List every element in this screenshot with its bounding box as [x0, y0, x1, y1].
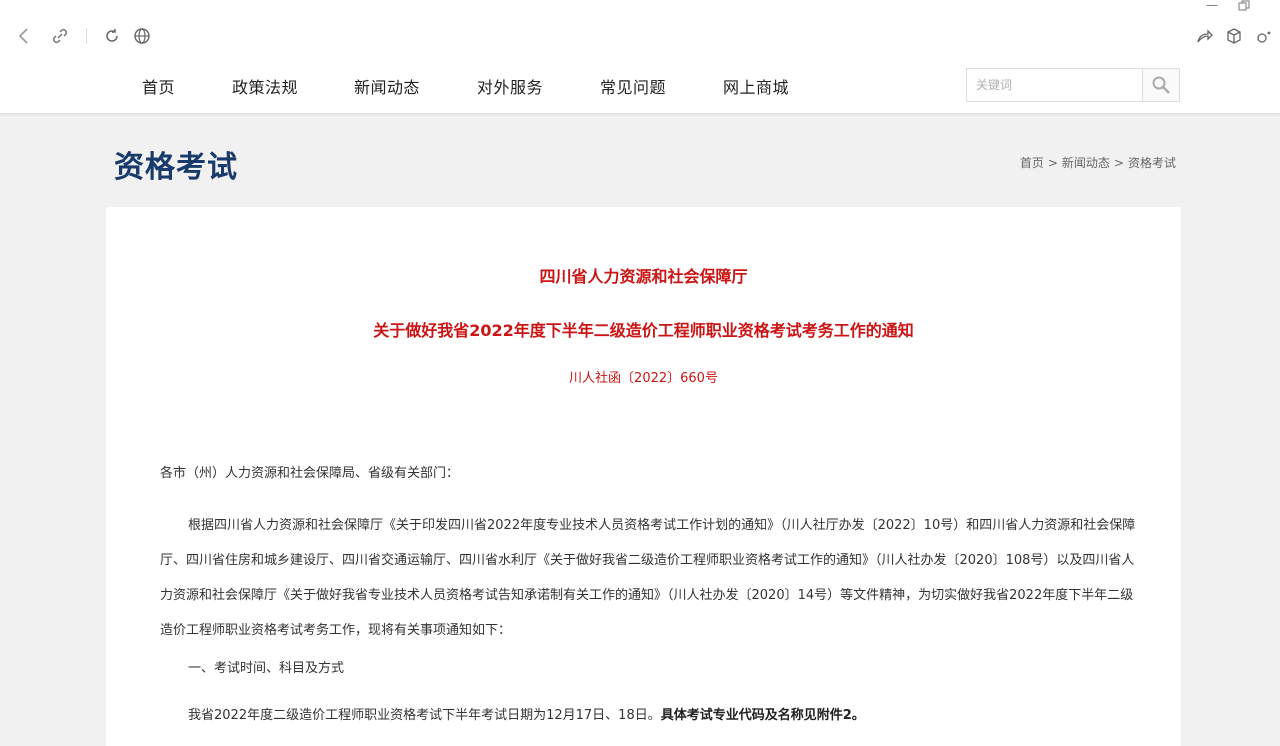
- nav-item-policy[interactable]: 政策法规: [232, 74, 298, 98]
- breadcrumb-separator: >: [1047, 156, 1058, 170]
- nav-item-services[interactable]: 对外服务: [477, 74, 543, 98]
- share-icon[interactable]: [1194, 26, 1214, 46]
- breadcrumb-separator: >: [1113, 156, 1124, 170]
- nav-item-faq[interactable]: 常见问题: [600, 74, 666, 98]
- article-body: 四川省人力资源和社会保障厅 关于做好我省2022年度下半年二级造价工程师职业资格…: [106, 207, 1181, 746]
- article-paragraph-text: 我省2022年度二级造价工程师职业资格考试下半年考试日期为12月17日、18日。: [188, 708, 661, 723]
- article-salutation: 各市（州）人力资源和社会保障局、省级有关部门：: [160, 466, 460, 481]
- minimize-icon[interactable]: —: [1206, 0, 1218, 12]
- nav-item-home[interactable]: 首页: [142, 74, 175, 98]
- search-box: [966, 68, 1180, 102]
- toolbar-divider: [86, 28, 87, 44]
- settings-icon[interactable]: [1254, 26, 1274, 46]
- search-button[interactable]: [1142, 69, 1179, 101]
- restore-icon[interactable]: [1238, 0, 1250, 15]
- breadcrumb: 首页 > 新闻动态 > 资格考试: [1020, 154, 1176, 171]
- article-paragraph-bold: 具体考试专业代码及名称见附件2。: [660, 708, 865, 723]
- article-paragraph: 我省2022年度二级造价工程师职业资格考试下半年考试日期为12月17日、18日。…: [160, 704, 1140, 723]
- nav-item-shop[interactable]: 网上商城: [723, 74, 789, 98]
- reload-icon[interactable]: [102, 26, 122, 46]
- main-nav: 首页 政策法规 新闻动态 对外服务 常见问题 网上商城: [0, 62, 900, 114]
- breadcrumb-news[interactable]: 新闻动态: [1062, 156, 1110, 170]
- globe-icon[interactable]: [132, 26, 152, 46]
- cube-icon[interactable]: [1224, 26, 1244, 46]
- nav-item-news[interactable]: 新闻动态: [354, 74, 420, 98]
- article-title: 关于做好我省2022年度下半年二级造价工程师职业资格考试考务工作的通知: [373, 321, 914, 340]
- site-header: 首页 政策法规 新闻动态 对外服务 常见问题 网上商城: [0, 62, 1280, 114]
- breadcrumb-home[interactable]: 首页: [1020, 156, 1044, 170]
- search-input[interactable]: [967, 69, 1143, 101]
- breadcrumb-current: 资格考试: [1127, 156, 1176, 170]
- article-issuer: 四川省人力资源和社会保障厅: [539, 267, 748, 286]
- page-title: 资格考试: [114, 150, 238, 185]
- link-icon[interactable]: [50, 26, 70, 46]
- article-section-heading: 一、考试时间、科目及方式: [188, 661, 345, 676]
- browser-toolbar: —: [0, 0, 1280, 62]
- article-doc-number: 川人社函〔2022〕660号: [569, 371, 718, 386]
- search-icon: [1152, 76, 1170, 94]
- back-icon[interactable]: [14, 26, 34, 46]
- article-paragraph: 根据四川省人力资源和社会保障厅《关于印发四川省2022年度专业技术人员资格考试工…: [160, 518, 1136, 638]
